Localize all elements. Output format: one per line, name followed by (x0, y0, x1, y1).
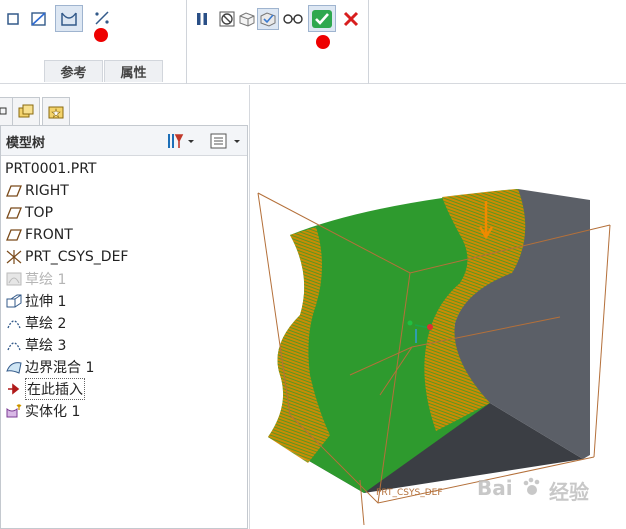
insert-arrow-icon (5, 381, 23, 397)
surface-icon[interactable] (28, 8, 50, 30)
tree-item-right[interactable]: RIGHT (5, 180, 69, 202)
app-window: 参考 属性 模型树 PRT0001.PRT RIGHT TOP FRONT PR… (0, 0, 626, 529)
ribbon-divider (186, 0, 187, 84)
sketch-icon (5, 271, 23, 287)
tree-item-part[interactable]: PRT0001.PRT (5, 158, 97, 180)
tree-item-boundary-blend-1[interactable]: 边界混合 1 (5, 356, 94, 378)
watermark-suffix: 经验 (549, 480, 589, 504)
model-tree-title: 模型树 (6, 136, 46, 151)
ribbon: 参考 属性 (0, 0, 626, 84)
confirm-checkmark-icon[interactable] (308, 5, 336, 32)
sketch-icon (5, 337, 23, 353)
watermark: Bai 经验 (477, 470, 626, 510)
ribbon-tabs: 参考 属性 (44, 60, 164, 82)
tree-item-front[interactable]: FRONT (5, 224, 73, 246)
cancel-x-icon[interactable] (341, 9, 361, 29)
tab-folder-browser[interactable] (12, 97, 40, 125)
preview-glasses-icon[interactable] (281, 9, 305, 29)
tree-item-insert-here[interactable]: 在此插入 (5, 378, 85, 400)
paw-icon (523, 477, 540, 495)
model-view: PRT_CSYS_DEF (257, 189, 611, 526)
tab-properties[interactable]: 属性 (104, 60, 163, 82)
datum-plane-icon (5, 183, 23, 199)
watermark-brand: Bai (477, 476, 513, 500)
tree-item-solidify-1[interactable]: 实体化 1 (5, 400, 80, 422)
step-marker-dot (316, 35, 330, 49)
sketch-icon (5, 315, 23, 331)
tree-item-top[interactable]: TOP (5, 202, 53, 224)
tree-item-sketch-1[interactable]: 草绘 1 (5, 268, 66, 290)
check-model-icon[interactable] (237, 9, 257, 29)
tree-item-sketch-3[interactable]: 草绘 3 (5, 334, 66, 356)
tree-item-csys[interactable]: PRT_CSYS_DEF (5, 246, 128, 268)
model-tree-panel: 模型树 PRT0001.PRT RIGHT TOP FRONT PRT_CSYS… (0, 125, 248, 529)
compound-curve-icon[interactable] (91, 7, 113, 29)
csys-label: PRT_CSYS_DEF (376, 488, 443, 498)
datum-plane-icon (5, 227, 23, 243)
ribbon-divider (368, 0, 369, 84)
graphics-viewport[interactable]: PRT_CSYS_DEF Bai 经验 (249, 85, 626, 529)
tree-settings-button[interactable] (166, 131, 196, 151)
tree-item-sketch-2[interactable]: 草绘 2 (5, 312, 66, 334)
model-tree-header: 模型树 (1, 126, 247, 156)
boundary-blend-icon (5, 359, 23, 375)
pause-icon[interactable] (193, 9, 211, 29)
no-preview-icon[interactable] (218, 9, 236, 29)
extrude-icon (5, 293, 23, 309)
verify-icon[interactable] (257, 8, 279, 30)
boundary-blend-icon[interactable] (55, 5, 83, 32)
solid-icon[interactable] (2, 8, 24, 30)
tab-references[interactable]: 参考 (44, 60, 103, 82)
solidify-icon (5, 403, 23, 419)
tree-item-extrude-1[interactable]: 拉伸 1 (5, 290, 66, 312)
tab-favorites[interactable] (42, 97, 70, 125)
csys-icon (5, 249, 23, 265)
show-menu-button[interactable] (208, 131, 242, 151)
step-marker-dot (94, 28, 108, 42)
datum-plane-icon (5, 205, 23, 221)
